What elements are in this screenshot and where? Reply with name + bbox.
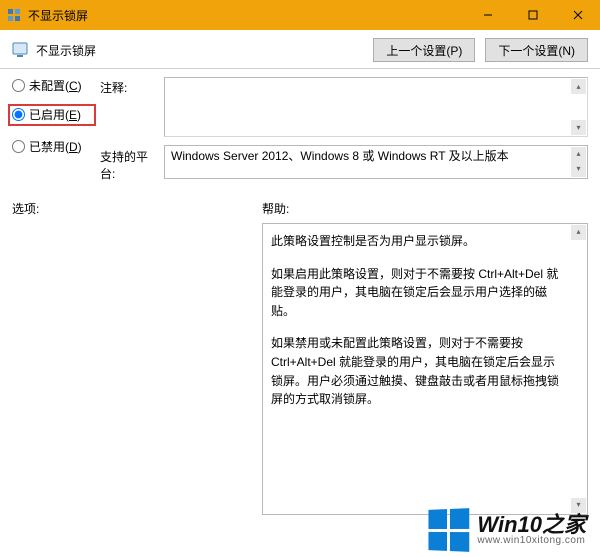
help-textbox[interactable]: 此策略设置控制是否为用户显示锁屏。 如果启用此策略设置，则对于不需要按 Ctrl…: [262, 223, 588, 515]
app-icon: [6, 7, 22, 23]
help-heading: 帮助:: [262, 200, 588, 217]
watermark-title: Win10之家: [477, 513, 586, 536]
radio-disabled-label: 已禁用(D): [29, 138, 82, 155]
state-radio-group: 未配置(C) 已启用(E) 已禁用(D): [12, 77, 96, 155]
maximize-button[interactable]: [510, 0, 555, 30]
minimize-button[interactable]: [465, 0, 510, 30]
help-paragraph: 如果启用此策略设置，则对于不需要按 Ctrl+Alt+Del 就能登录的用户，其…: [271, 265, 565, 321]
options-heading: 选项:: [12, 200, 242, 217]
header-row: 不显示锁屏 上一个设置(P) 下一个设置(N): [0, 30, 600, 68]
divider: [0, 68, 600, 69]
close-button[interactable]: [555, 0, 600, 30]
scroll-down-icon[interactable]: ▾: [571, 498, 586, 513]
scroll-down-icon[interactable]: ▾: [571, 120, 586, 135]
platform-textbox: Windows Server 2012、Windows 8 或 Windows …: [164, 145, 588, 179]
help-paragraph: 如果禁用或未配置此策略设置，则对于不需要按 Ctrl+Alt+Del 就能登录的…: [271, 334, 565, 408]
notes-label: 注释:: [100, 77, 160, 96]
next-setting-button[interactable]: 下一个设置(N): [485, 38, 588, 62]
platform-label: 支持的平台:: [100, 145, 160, 182]
scroll-up-icon[interactable]: ▴: [571, 147, 586, 162]
radio-enabled-label: 已启用(E): [29, 106, 81, 123]
radio-not-configured-label: 未配置(C): [29, 77, 82, 94]
radio-not-configured[interactable]: 未配置(C): [12, 77, 96, 94]
policy-icon: [12, 42, 28, 58]
watermark: Win10之家 www.win10xitong.com: [427, 509, 586, 551]
scroll-up-icon[interactable]: ▴: [571, 225, 586, 240]
platform-text: Windows Server 2012、Windows 8 或 Windows …: [171, 149, 509, 163]
help-paragraph: 此策略设置控制是否为用户显示锁屏。: [271, 232, 565, 251]
window-controls: [465, 0, 600, 30]
scroll-down-icon[interactable]: ▾: [571, 162, 586, 177]
radio-disabled-input[interactable]: [12, 140, 25, 153]
scroll-up-icon[interactable]: ▴: [571, 79, 586, 94]
radio-enabled[interactable]: 已启用(E): [8, 104, 96, 126]
radio-enabled-input[interactable]: [12, 108, 25, 121]
radio-not-configured-input[interactable]: [12, 79, 25, 92]
previous-setting-button[interactable]: 上一个设置(P): [373, 38, 475, 62]
notes-textbox[interactable]: ▴ ▾: [164, 77, 588, 137]
page-title: 不显示锁屏: [36, 42, 96, 59]
radio-disabled[interactable]: 已禁用(D): [12, 138, 96, 155]
watermark-url: www.win10xitong.com: [477, 536, 586, 547]
title-bar: 不显示锁屏: [0, 0, 600, 30]
window-title: 不显示锁屏: [28, 7, 88, 24]
